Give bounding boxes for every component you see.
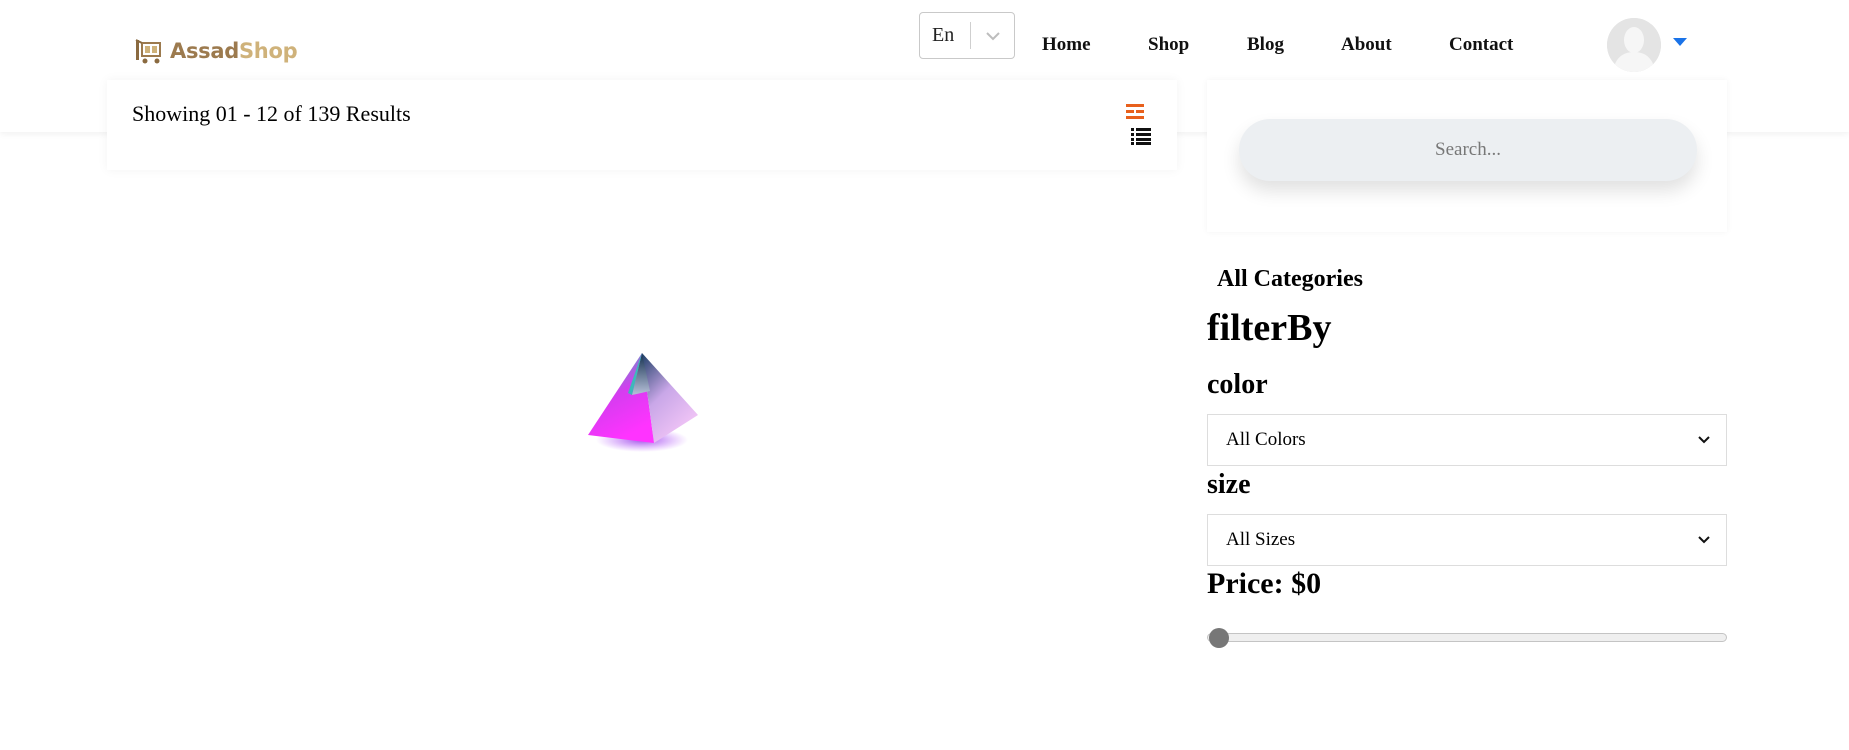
search-input[interactable]: [1239, 119, 1697, 181]
search-panel: [1207, 80, 1727, 232]
price-slider[interactable]: [1207, 628, 1727, 648]
color-select[interactable]: All Colors: [1207, 414, 1727, 466]
size-select[interactable]: All Sizes: [1207, 514, 1727, 566]
nav-blog[interactable]: Blog: [1247, 34, 1284, 56]
logo-text: AssadShop: [170, 39, 298, 63]
price-slider-track[interactable]: [1207, 633, 1727, 642]
results-count: Showing 01 - 12 of 139 Results: [132, 101, 411, 126]
all-categories-link[interactable]: All Categories: [1217, 266, 1363, 293]
nav-home[interactable]: Home: [1042, 34, 1091, 56]
nav-about[interactable]: About: [1341, 34, 1392, 56]
user-avatar[interactable]: [1607, 18, 1661, 72]
loading-pyramid-icon: [588, 353, 698, 452]
caret-down-icon[interactable]: [1673, 38, 1687, 46]
site-logo[interactable]: AssadShop: [134, 36, 298, 66]
logo-text-part1: Assad: [170, 39, 239, 63]
price-slider-thumb[interactable]: [1209, 628, 1229, 648]
language-selected: En: [932, 24, 955, 46]
chevron-down-icon: [1698, 436, 1710, 444]
color-select-value: All Colors: [1226, 429, 1306, 450]
filter-by-heading: filterBy: [1207, 307, 1332, 349]
logo-text-part2: Shop: [238, 39, 298, 63]
chevron-down-icon: [1698, 536, 1710, 544]
list-view-icon[interactable]: [1131, 128, 1151, 145]
shop-logo-icon: [135, 39, 161, 64]
grid-view-icon[interactable]: [1126, 103, 1144, 121]
chevron-down-icon[interactable]: [971, 31, 1014, 41]
size-select-value: All Sizes: [1226, 529, 1296, 550]
size-filter-label: size: [1207, 469, 1251, 500]
nav-contact[interactable]: Contact: [1449, 34, 1513, 56]
price-filter-label: Price: $0: [1207, 567, 1322, 600]
results-bar: Showing 01 - 12 of 139 Results: [107, 80, 1177, 170]
language-select[interactable]: En: [919, 12, 1015, 59]
color-filter-label: color: [1207, 369, 1268, 400]
avatar-silhouette-icon: [1607, 18, 1661, 72]
nav-shop[interactable]: Shop: [1148, 34, 1189, 56]
